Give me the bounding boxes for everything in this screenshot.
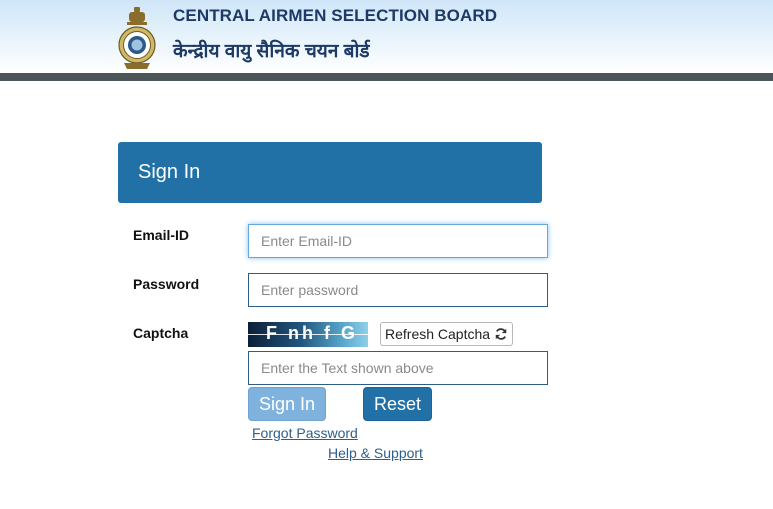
signin-title: Sign In xyxy=(138,161,201,183)
help-support-link[interactable]: Help & Support xyxy=(328,445,423,461)
captcha-input[interactable] xyxy=(248,351,548,385)
reset-button[interactable]: Reset xyxy=(363,387,432,421)
refresh-captcha-button[interactable]: Refresh Captcha xyxy=(380,322,514,346)
forgot-password-link[interactable]: Forgot Password xyxy=(252,425,358,441)
email-label: Email-ID xyxy=(133,227,190,243)
signin-panel-header: Sign In xyxy=(118,142,542,203)
air-force-crest-icon xyxy=(118,7,156,69)
page-header: CENTRAL AIRMEN SELECTION BOARD केन्द्रीय… xyxy=(0,0,773,73)
refresh-captcha-label: Refresh Captcha xyxy=(385,326,491,342)
email-input[interactable] xyxy=(248,224,548,258)
signin-button[interactable]: Sign In xyxy=(248,387,326,421)
refresh-icon xyxy=(495,328,507,340)
password-label: Password xyxy=(133,276,200,292)
captcha-image: F nh f G xyxy=(248,322,368,347)
password-input[interactable] xyxy=(248,273,548,307)
org-title-english: CENTRAL AIRMEN SELECTION BOARD xyxy=(173,6,498,25)
captcha-label: Captcha xyxy=(133,325,189,341)
captcha-strike-line xyxy=(248,334,368,335)
header-divider xyxy=(0,73,773,81)
org-title-hindi: केन्द्रीय वायु सैनिक चयन बोर्ड xyxy=(173,41,370,62)
